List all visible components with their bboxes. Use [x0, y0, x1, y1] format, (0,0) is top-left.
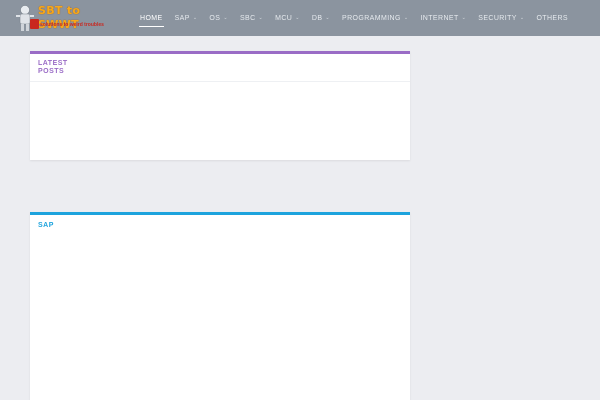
nav-item-programming[interactable]: PROGRAMMING ⌄: [336, 0, 414, 36]
site-header: SBT to SWWT solutions to weird troubles …: [0, 0, 600, 36]
nav-item-db[interactable]: DB ⌄: [306, 0, 336, 36]
chevron-down-icon: ⌄: [519, 14, 525, 21]
nav-item-security[interactable]: SECURITY ⌄: [472, 0, 530, 36]
latest-posts-section: LATEST POSTS: [30, 51, 410, 160]
chevron-down-icon: ⌄: [461, 14, 467, 21]
chevron-down-icon: ⌄: [192, 14, 198, 21]
chevron-down-icon: ⌄: [223, 14, 228, 21]
nav-item-label: SECURITY: [478, 14, 517, 22]
nav-item-label: SBC: [239, 14, 256, 22]
nav-item-label: OTHERS: [536, 14, 569, 22]
nav-item-label: DB: [311, 14, 323, 22]
section-title: SAP: [38, 222, 54, 229]
sap-section: SAP: [30, 212, 410, 400]
chevron-down-icon: ⌄: [295, 14, 300, 21]
nav-item-label: PROGRAMMING: [342, 14, 401, 22]
nav-item-sbc[interactable]: SBC ⌄: [234, 0, 269, 36]
chevron-down-icon: ⌄: [403, 14, 409, 21]
nav-item-label: OS: [209, 14, 221, 22]
chevron-down-icon: ⌄: [258, 14, 264, 21]
logo-brand-text: SBT to SWWT: [38, 4, 81, 31]
nav-item-mcu[interactable]: MCU ⌄: [269, 0, 306, 36]
section-divider: [30, 81, 410, 82]
nav-item-os[interactable]: OS ⌄: [203, 0, 234, 36]
nav-item-label: MCU: [275, 14, 293, 22]
main-navigation: HOME SAP ⌄ OS ⌄ SBC ⌄ MCU ⌄ DB ⌄ PROGRAM…: [134, 0, 574, 36]
nav-item-others[interactable]: OTHERS: [530, 0, 574, 36]
nav-item-label: INTERNET: [420, 14, 459, 22]
section-title: LATEST POSTS: [38, 60, 68, 75]
nav-item-label: SAP: [174, 14, 190, 22]
nav-item-label: HOME: [140, 14, 163, 22]
nav-item-sap[interactable]: SAP ⌄: [169, 0, 204, 36]
chevron-down-icon: ⌄: [325, 14, 330, 21]
site-logo[interactable]: SBT to SWWT solutions to weird troubles: [12, 3, 104, 33]
nav-item-home[interactable]: HOME: [134, 0, 169, 36]
nav-item-internet[interactable]: INTERNET ⌄: [414, 0, 472, 36]
logo-red-box: [30, 19, 39, 29]
logo-tagline: solutions to weird troubles: [40, 22, 104, 28]
